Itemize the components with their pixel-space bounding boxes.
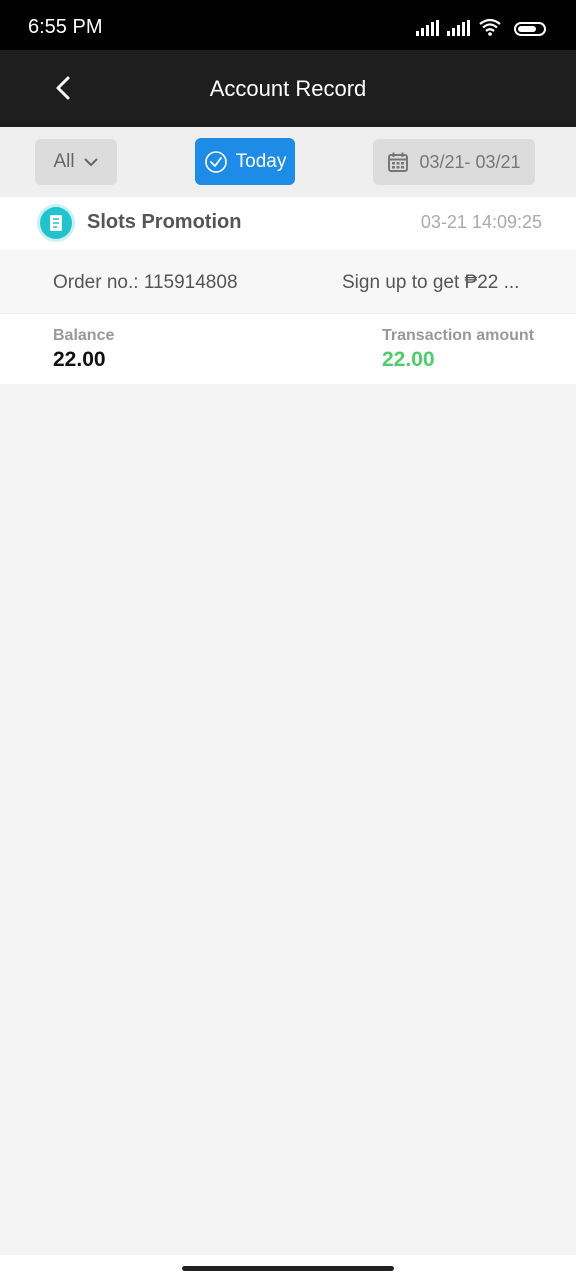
record-card[interactable]: Slots Promotion 03-21 14:09:25 Order no.… [0, 197, 576, 384]
order-description: Sign up to get ₱22 ... [342, 272, 520, 293]
status-bar: 6:55 PM [0, 0, 576, 50]
record-timestamp: 03-21 14:09:25 [420, 212, 542, 232]
app-bar: Account Record [0, 50, 576, 127]
home-indicator[interactable] [182, 1266, 394, 1271]
system-nav-bar [0, 1255, 576, 1280]
wifi-icon [479, 18, 501, 36]
document-icon [40, 207, 72, 239]
today-label: Today [235, 150, 287, 172]
today-button[interactable]: Today [195, 138, 295, 185]
type-filter-dropdown[interactable]: All [35, 139, 117, 185]
transaction-amount-label: Transaction amount [382, 327, 535, 344]
balance-value: 22.00 [53, 348, 106, 371]
type-filter-label: All [53, 151, 75, 172]
record-order-row: Order no.: 115914808 Sign up to get ₱22 … [0, 250, 576, 314]
record-title: Slots Promotion [87, 211, 242, 233]
transaction-amount-value: 22.00 [382, 348, 435, 371]
chevron-down-icon [83, 158, 98, 167]
page-title: Account Record [209, 76, 367, 101]
battery-icon [514, 22, 546, 36]
record-header: Slots Promotion 03-21 14:09:25 [0, 197, 576, 250]
signal-icon-2 [447, 20, 470, 36]
check-circle-icon [204, 150, 227, 173]
order-number: Order no.: 115914808 [53, 272, 238, 293]
date-range-picker[interactable]: 03/21- 03/21 [373, 139, 535, 185]
status-icons [416, 18, 546, 36]
balance-label: Balance [53, 327, 115, 344]
record-amounts: Balance 22.00 Transaction amount 22.00 [0, 314, 576, 384]
calendar-icon [388, 152, 409, 172]
signal-icon [416, 20, 439, 36]
date-range-label: 03/21- 03/21 [419, 151, 521, 172]
filter-row: All Today 03/21- 03/21 [0, 127, 576, 197]
status-time: 6:55 PM [28, 16, 103, 38]
